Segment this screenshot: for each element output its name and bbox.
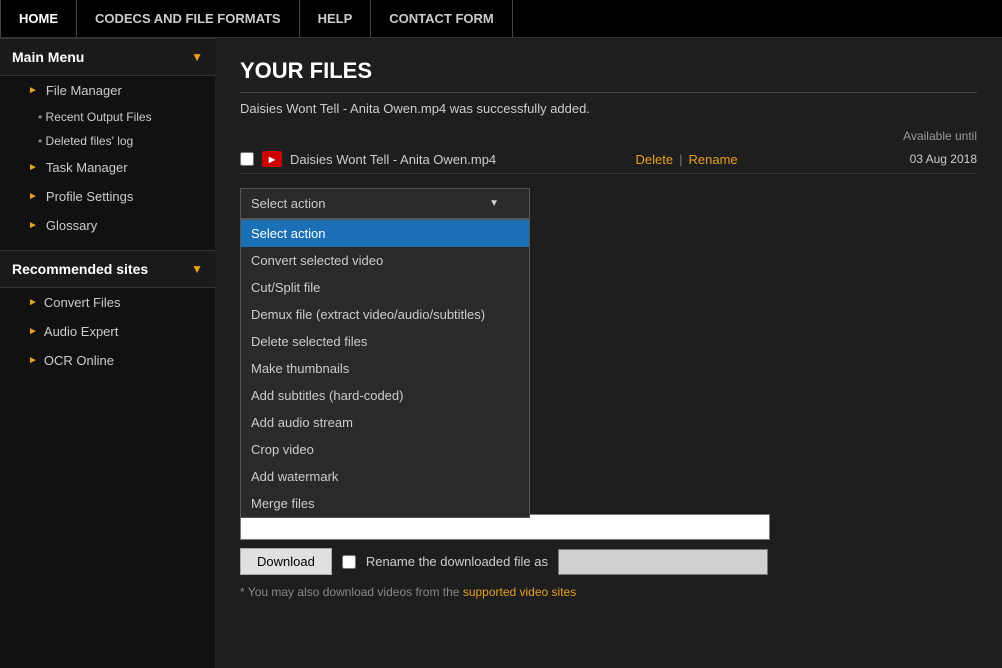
layout: Main Menu ▼ ► File Manager Recent Output… — [0, 38, 1002, 668]
file-actions: Delete | Rename — [636, 152, 738, 167]
file-checkbox[interactable] — [240, 152, 254, 166]
dropdown-item-merge[interactable]: Merge files — [241, 490, 529, 517]
select-action-label: Select action — [251, 196, 325, 211]
file-row: ▶ Daisies Wont Tell - Anita Owen.mp4 Del… — [240, 145, 977, 174]
nav-help[interactable]: HELP — [300, 0, 372, 37]
sidebar-item-label-file-manager: File Manager — [46, 83, 122, 98]
main-menu-label: Main Menu — [12, 49, 84, 65]
sidebar-item-label-glossary: Glossary — [46, 218, 97, 233]
sidebar-item-convert-files[interactable]: ► Convert Files — [0, 288, 215, 317]
recommended-arrow-icon: ▼ — [191, 262, 203, 276]
sidebar-item-file-manager[interactable]: ► File Manager — [0, 76, 215, 105]
profile-settings-tri-icon: ► — [28, 191, 38, 202]
sidebar-item-deleted-log[interactable]: Deleted files' log — [0, 129, 215, 153]
nav-home[interactable]: HOME — [0, 0, 77, 37]
sidebar-item-recent-output[interactable]: Recent Output Files — [0, 105, 215, 129]
top-nav: HOME CODECS AND FILE FORMATS HELP CONTAC… — [0, 0, 1002, 38]
footer-note: * You may also download videos from the … — [240, 585, 977, 599]
dropdown-item-thumbnails[interactable]: Make thumbnails — [241, 355, 529, 382]
sidebar-ext-label-convert: Convert Files — [44, 295, 121, 310]
dropdown-item-watermark[interactable]: Add watermark — [241, 463, 529, 490]
main-menu-arrow: ▼ — [191, 50, 203, 64]
download-button[interactable]: Download — [240, 548, 332, 575]
footer-note-text: * You may also download videos from the — [240, 585, 459, 599]
glossary-tri-icon: ► — [28, 220, 38, 231]
dropdown-item-audio-stream[interactable]: Add audio stream — [241, 409, 529, 436]
dropdown-item-demux[interactable]: Demux file (extract video/audio/subtitle… — [241, 301, 529, 328]
sidebar-ext-label-audio: Audio Expert — [44, 324, 118, 339]
file-row-right: 03 Aug 2018 — [877, 152, 977, 166]
select-action-caret-icon: ▼ — [489, 198, 499, 209]
file-type-icon: ▶ — [262, 151, 282, 167]
sidebar-item-glossary[interactable]: ► Glossary — [0, 211, 215, 240]
delete-link[interactable]: Delete — [636, 152, 674, 167]
supported-video-sites-link[interactable]: supported video sites — [463, 585, 576, 599]
rename-link[interactable]: Rename — [689, 152, 738, 167]
dropdown-item-subtitles[interactable]: Add subtitles (hard-coded) — [241, 382, 529, 409]
dropdown-item-crop[interactable]: Crop video — [241, 436, 529, 463]
nav-codecs[interactable]: CODECS AND FILE FORMATS — [77, 0, 300, 37]
rename-input[interactable] — [558, 549, 768, 575]
page-title: YOUR FILES — [240, 58, 977, 93]
rename-checkbox[interactable] — [342, 555, 356, 569]
sidebar-sub-label-deleted: Deleted files' log — [46, 134, 134, 148]
sidebar: Main Menu ▼ ► File Manager Recent Output… — [0, 38, 215, 668]
sidebar-ext-label-ocr: OCR Online — [44, 353, 114, 368]
sidebar-item-label-profile-settings: Profile Settings — [46, 189, 133, 204]
dropdown-item-select-action[interactable]: Select action — [241, 220, 529, 247]
sidebar-sub-label-recent: Recent Output Files — [46, 110, 152, 124]
nav-contact[interactable]: CONTACT FORM — [371, 0, 512, 37]
file-name: Daisies Wont Tell - Anita Owen.mp4 — [290, 152, 496, 167]
main-content: YOUR FILES Daisies Wont Tell - Anita Owe… — [215, 38, 1002, 668]
dropdown-item-delete-files[interactable]: Delete selected files — [241, 328, 529, 355]
select-action-display[interactable]: Select action ▼ — [240, 188, 530, 219]
available-until-label: Available until — [903, 129, 977, 143]
select-action-container: Select action ▼ Select action Convert se… — [240, 188, 530, 219]
recommended-label: Recommended sites — [12, 261, 148, 277]
main-menu-header[interactable]: Main Menu ▼ — [0, 38, 215, 76]
file-action-separator: | — [679, 152, 682, 167]
rename-label: Rename the downloaded file as — [366, 554, 548, 569]
audio-expert-tri-icon: ► — [28, 326, 38, 337]
sidebar-item-audio-expert[interactable]: ► Audio Expert — [0, 317, 215, 346]
download-row: Download Rename the downloaded file as — [240, 548, 977, 575]
sidebar-item-task-manager[interactable]: ► Task Manager — [0, 153, 215, 182]
convert-files-tri-icon: ► — [28, 297, 38, 308]
dropdown-item-convert[interactable]: Convert selected video — [241, 247, 529, 274]
ocr-online-tri-icon: ► — [28, 355, 38, 366]
task-manager-tri-icon: ► — [28, 162, 38, 173]
sidebar-item-label-task-manager: Task Manager — [46, 160, 128, 175]
dropdown-item-cut-split[interactable]: Cut/Split file — [241, 274, 529, 301]
success-message: Daisies Wont Tell - Anita Owen.mp4 was s… — [240, 101, 977, 116]
recommended-sites-header[interactable]: Recommended sites ▼ — [0, 250, 215, 288]
file-row-left: ▶ Daisies Wont Tell - Anita Owen.mp4 — [240, 151, 496, 167]
select-action-dropdown: Select action Convert selected video Cut… — [240, 219, 530, 518]
available-until-date: 03 Aug 2018 — [877, 152, 977, 166]
sidebar-item-ocr-online[interactable]: ► OCR Online — [0, 346, 215, 375]
sidebar-item-profile-settings[interactable]: ► Profile Settings — [0, 182, 215, 211]
file-manager-tri-icon: ► — [28, 85, 38, 96]
